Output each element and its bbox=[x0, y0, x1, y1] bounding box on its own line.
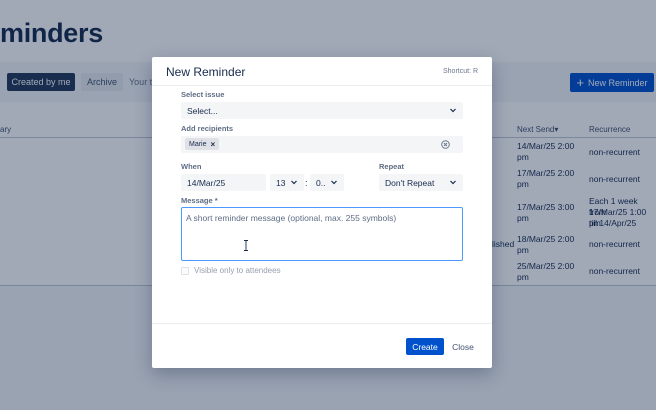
visible-only-checkbox[interactable] bbox=[181, 267, 189, 275]
hour-value: 13 bbox=[276, 177, 286, 188]
recipients-input[interactable] bbox=[181, 136, 463, 153]
time-separator: : bbox=[305, 178, 308, 188]
minute-select[interactable]: 0.. bbox=[310, 174, 344, 191]
clear-icon[interactable] bbox=[441, 140, 450, 149]
add-recipients-label: Add recipients bbox=[181, 124, 234, 133]
select-issue-label: Select issue bbox=[181, 90, 225, 99]
recipient-chip: Marie × bbox=[185, 138, 220, 150]
visible-only-label: Visible only to attendees bbox=[194, 266, 281, 275]
message-textarea[interactable]: A short reminder message (optional, max.… bbox=[181, 207, 463, 261]
close-button[interactable]: Close bbox=[448, 338, 478, 355]
chevron-down-icon bbox=[450, 108, 456, 113]
when-label: When bbox=[181, 162, 202, 171]
create-button[interactable]: Create bbox=[406, 338, 444, 355]
select-issue-dropdown[interactable]: Select... bbox=[181, 102, 463, 119]
message-label: Message * bbox=[181, 196, 218, 205]
text-cursor-icon bbox=[244, 240, 248, 251]
dialog-header: New Reminder Shortcut: R bbox=[152, 57, 492, 86]
select-issue-value: Select... bbox=[187, 105, 218, 116]
repeat-select[interactable]: Don't Repeat bbox=[379, 174, 463, 191]
minute-value: 0.. bbox=[316, 177, 326, 188]
dialog-title: New Reminder bbox=[166, 65, 246, 79]
date-value: 14/Mar/25 bbox=[187, 177, 226, 188]
dialog-footer-divider bbox=[152, 323, 492, 324]
chevron-down-icon bbox=[331, 180, 337, 185]
message-placeholder: A short reminder message (optional, max.… bbox=[186, 213, 397, 223]
chevron-down-icon bbox=[291, 180, 297, 185]
repeat-value: Don't Repeat bbox=[385, 177, 435, 188]
required-mark: * bbox=[214, 196, 218, 205]
message-label-text: Message bbox=[181, 196, 213, 205]
repeat-label: Repeat bbox=[379, 162, 405, 171]
hour-select[interactable]: 13 bbox=[270, 174, 304, 191]
chevron-down-icon bbox=[450, 180, 456, 185]
date-input[interactable]: 14/Mar/25 bbox=[181, 174, 266, 191]
shortcut-hint: Shortcut: R bbox=[442, 68, 478, 75]
recipient-chip-label: Marie bbox=[189, 140, 207, 148]
remove-chip-icon[interactable]: × bbox=[211, 140, 216, 149]
